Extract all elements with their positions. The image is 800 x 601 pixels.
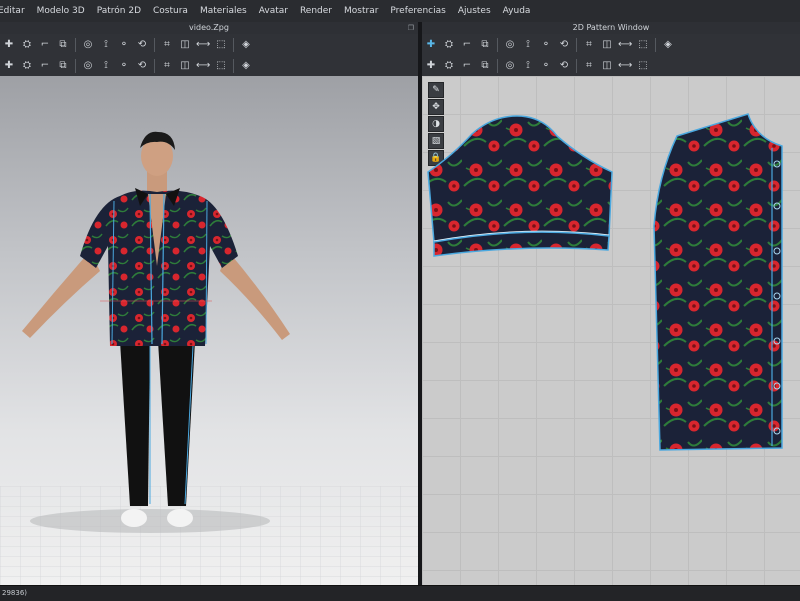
move-icon[interactable]: ✚ — [2, 38, 16, 51]
toolbar-separator — [576, 37, 577, 52]
toolbar-3d-row2: ✚ ⛭ ⌐ ⧉ ◎ ⟟ ⚬ ⟲ ⌗ ◫ ⟷ ⬚ ◈ — [0, 55, 418, 77]
rotate-icon[interactable]: ⛭ — [20, 38, 34, 51]
pin-point-icon[interactable]: ⚬ — [117, 59, 131, 72]
zip-icon[interactable]: ◫ — [600, 59, 614, 72]
globe-icon[interactable]: ⟲ — [135, 59, 149, 72]
line-icon[interactable]: ⟲ — [557, 38, 571, 51]
hook-icon[interactable]: ⬚ — [214, 38, 228, 51]
toolbar-separator — [497, 37, 498, 52]
fold-line-icon[interactable]: ⟲ — [557, 59, 571, 72]
avatar-icon[interactable]: ◫ — [178, 38, 192, 51]
grain-icon[interactable]: ⟷ — [618, 59, 632, 72]
shirt-icon[interactable]: ⌗ — [160, 38, 174, 51]
status-text: 29836) — [2, 589, 27, 597]
grade-icon[interactable]: ◎ — [503, 59, 517, 72]
fit-icon[interactable]: ⟟ — [99, 59, 113, 72]
toolbar-separator — [576, 58, 577, 73]
toolbar-separator — [75, 37, 76, 52]
internal-line-icon[interactable]: ✚ — [424, 59, 438, 72]
window-title-2d-text: 2D Pattern Window — [572, 23, 650, 32]
tack-icon[interactable]: ⟟ — [99, 38, 113, 51]
symmetric-icon[interactable]: ⟟ — [521, 59, 535, 72]
viewport-3d[interactable] — [0, 76, 418, 585]
polygon-icon[interactable]: ◎ — [503, 38, 517, 51]
toolbar-separator — [233, 58, 234, 73]
menu-patrón-2d[interactable]: Patrón 2D — [91, 6, 147, 16]
layer-icon[interactable]: ⧉ — [56, 59, 70, 72]
menu-render[interactable]: Render — [294, 6, 338, 16]
button-icon[interactable]: ⬚ — [214, 59, 228, 72]
toolbar-separator — [233, 37, 234, 52]
left-arm — [22, 251, 100, 338]
texture-icon[interactable]: ◎ — [81, 59, 95, 72]
arrange-icon[interactable]: ✚ — [2, 59, 16, 72]
toolbar-2d-row1: ✚ ⛭ ⌐ ⧉ ◎ ⟟ ⚬ ⟲ ⌗ ◫ ⟷ ⬚ ◈ — [422, 34, 800, 56]
toolbar-separator — [75, 58, 76, 73]
right-arm — [220, 251, 290, 340]
sleeve-pattern-piece — [427, 115, 613, 243]
menu-mostrar[interactable]: Mostrar — [338, 6, 384, 16]
transform-icon[interactable]: ⛭ — [442, 38, 456, 51]
seam-icon[interactable]: ⛭ — [20, 59, 34, 72]
menu-preferencias[interactable]: Preferencias — [384, 6, 451, 16]
segment-icon[interactable]: ⌐ — [460, 38, 474, 51]
pattern-window-2d[interactable]: ✎ ✥ ◑ ▧ 🔒 — [422, 76, 800, 585]
toolbar-3d-row1: ✚ ⛭ ⌐ ⧉ ◎ ⟟ ⚬ ⟲ ⌗ ◫ ⟷ ⬚ ◈ — [0, 34, 418, 56]
notch-icon[interactable]: ⧉ — [478, 59, 492, 72]
menu-ayuda[interactable]: Ayuda — [497, 6, 537, 16]
left-shoe — [121, 509, 147, 527]
pattern-icon[interactable]: ◫ — [178, 59, 192, 72]
link-icon[interactable]: ◈ — [239, 59, 253, 72]
select-mesh-icon[interactable]: ⌐ — [38, 59, 52, 72]
pattern-list-icon[interactable]: ⬚ — [636, 59, 650, 72]
window-title-3d-text: video.Zpg — [189, 23, 229, 32]
menu-avatar[interactable]: Avatar — [253, 6, 294, 16]
stamp-icon[interactable]: ⟲ — [135, 38, 149, 51]
right-shoe — [167, 509, 193, 527]
menu-modelo-3d[interactable]: Modelo 3D — [31, 6, 91, 16]
sew-icon[interactable]: ◫ — [600, 38, 614, 51]
avatar-shadow — [30, 509, 270, 533]
pin-icon[interactable]: ⧉ — [56, 38, 70, 51]
font-icon[interactable]: ⬚ — [636, 38, 650, 51]
rectangle-icon[interactable]: ⧉ — [478, 38, 492, 51]
edit-pattern-icon[interactable]: ✚ — [424, 38, 438, 51]
cut-icon[interactable]: ⚬ — [539, 38, 553, 51]
seam-allowance-icon[interactable]: ⚬ — [539, 59, 553, 72]
ellipse-icon[interactable]: ⟟ — [521, 38, 535, 51]
toolbar-separator — [655, 37, 656, 52]
select-icon[interactable]: ⌐ — [38, 38, 52, 51]
front-pattern-piece — [653, 113, 783, 451]
menu-costura[interactable]: Costura — [147, 6, 194, 16]
fold-icon[interactable]: ◎ — [81, 38, 95, 51]
pleat-icon[interactable]: ⌐ — [460, 59, 474, 72]
toolbar-separator — [154, 58, 155, 73]
dart-icon[interactable]: ⛭ — [442, 59, 456, 72]
toolbar-separator — [497, 58, 498, 73]
status-bar: 29836) — [0, 585, 800, 601]
text-icon[interactable]: ⟷ — [618, 38, 632, 51]
grid-icon[interactable]: ⟷ — [196, 59, 210, 72]
toolbar-2d-row2: ✚ ⛭ ⌐ ⧉ ◎ ⟟ ⚬ ⟲ ⌗ ◫ ⟷ ⬚ — [422, 55, 800, 77]
menu-editar[interactable]: Editar — [0, 6, 31, 16]
pattern-canvas — [427, 113, 783, 451]
ruler-icon[interactable]: ◈ — [661, 38, 675, 51]
menu-materiales[interactable]: Materiales — [194, 6, 253, 16]
curve-icon[interactable]: ⌗ — [582, 38, 596, 51]
camera-icon[interactable]: ◈ — [239, 38, 253, 51]
trace-icon[interactable]: ⌗ — [582, 59, 596, 72]
wand-icon[interactable]: ⚬ — [117, 38, 131, 51]
toolbar-separator — [154, 37, 155, 52]
left-leg — [120, 341, 150, 506]
menu-bar: Editar Modelo 3D Patrón 2D Costura Materiale… — [0, 0, 800, 23]
measure-icon[interactable]: ⟷ — [196, 38, 210, 51]
tag-icon[interactable]: ⌗ — [160, 59, 174, 72]
window-restore-icon[interactable]: ❐ — [408, 22, 414, 34]
menu-ajustes[interactable]: Ajustes — [452, 6, 497, 16]
floor-grid — [0, 486, 418, 585]
avatar-scene — [0, 131, 418, 585]
